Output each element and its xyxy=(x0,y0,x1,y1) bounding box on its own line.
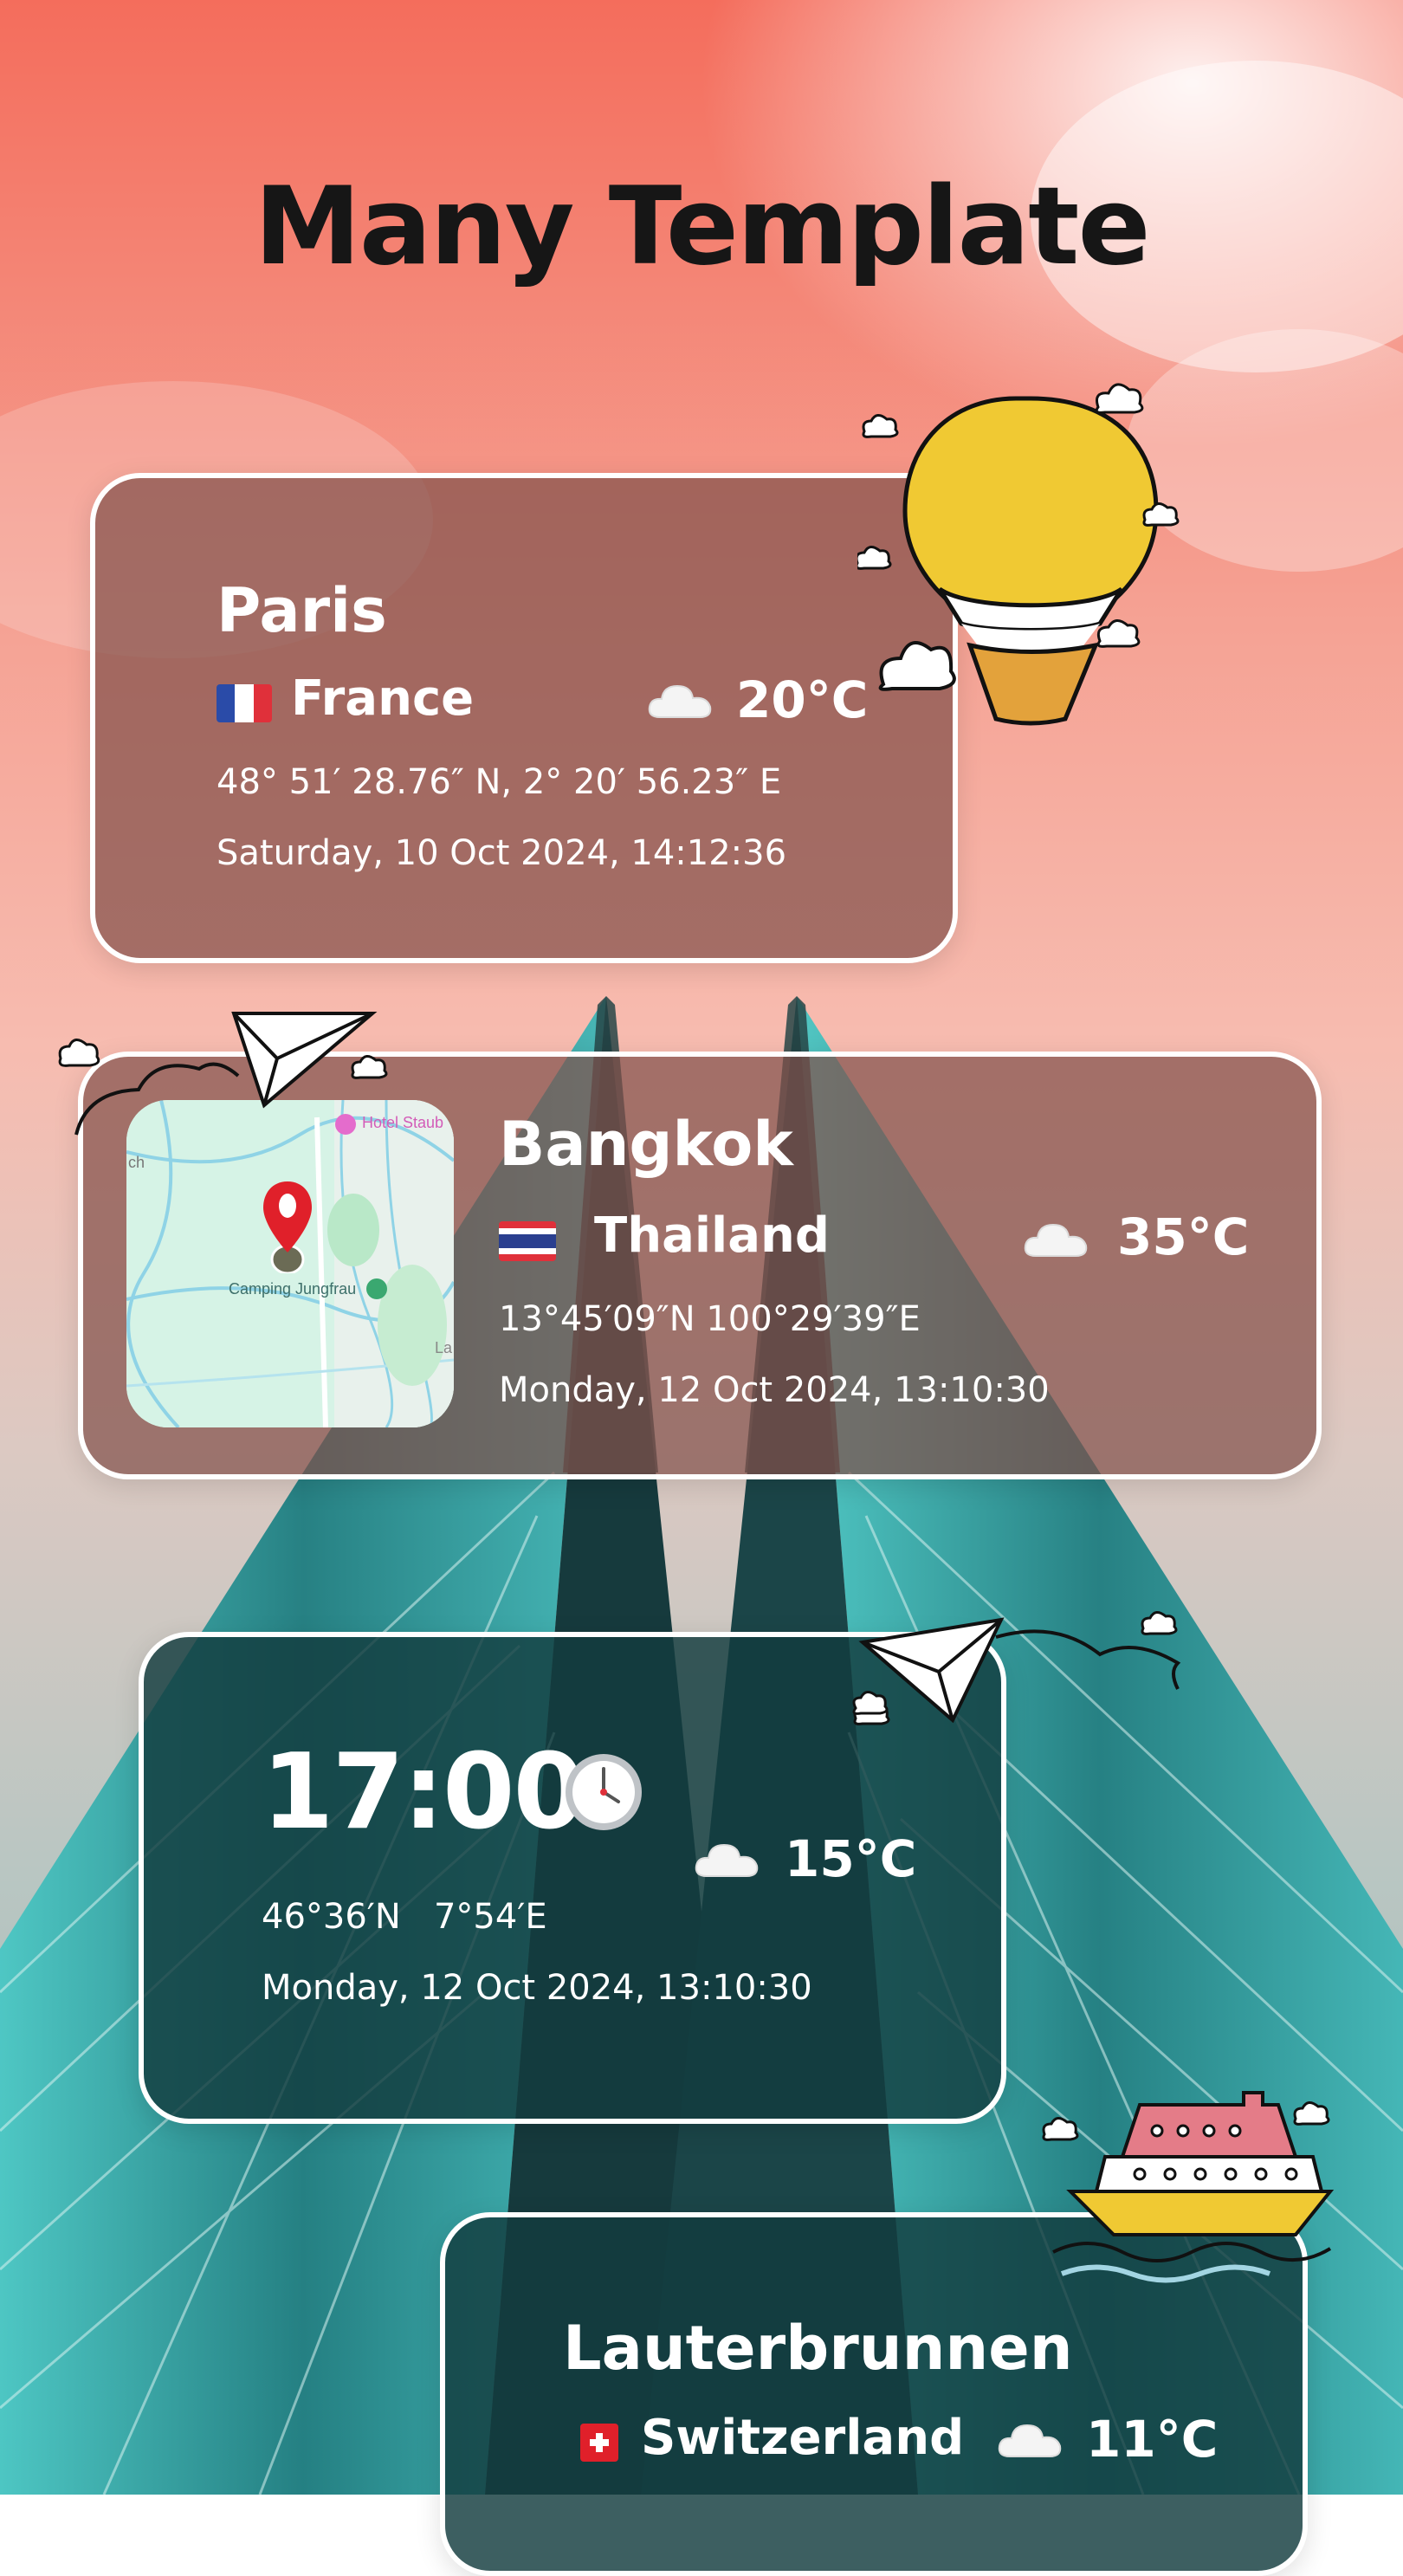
temperature-value: 11°C xyxy=(1086,2410,1219,2469)
map-label-edge-left: ch xyxy=(128,1154,145,1171)
country-name: Switzerland xyxy=(641,2410,965,2466)
hot-air-balloon-icon xyxy=(857,383,1180,726)
datetime-text: Monday, 12 Oct 2024, 13:10:30 xyxy=(262,1968,812,2008)
map-label-camping: Camping Jungfrau xyxy=(229,1280,357,1298)
clock-time: 17:00 xyxy=(262,1732,585,1853)
temperature-value: 20°C xyxy=(736,670,869,729)
coordinates-text: 13°45′09″N 100°29′39″E xyxy=(499,1299,921,1339)
datetime-text: Saturday, 10 Oct 2024, 14:12:36 xyxy=(217,833,787,873)
clock-icon xyxy=(566,1754,642,1830)
cloud-icon xyxy=(1024,1223,1088,1257)
city-name: Bangkok xyxy=(499,1109,793,1180)
cloud-icon xyxy=(695,1843,759,1877)
map-label-edge-right: La xyxy=(435,1339,453,1356)
paper-plane-icon xyxy=(58,1012,388,1136)
cruise-ship-icon xyxy=(1042,2091,1335,2283)
page-title: Many Template xyxy=(254,165,1150,289)
cloud-icon xyxy=(648,684,712,718)
switzerland-flag-icon xyxy=(580,2424,618,2462)
country-name: Thailand xyxy=(594,1207,830,1264)
coordinates-text: 48° 51′ 28.76″ N, 2° 20′ 56.23″ E xyxy=(217,762,782,802)
paper-plane-icon xyxy=(853,1611,1181,1725)
country-name: France xyxy=(291,670,475,727)
france-flag-icon xyxy=(217,684,272,722)
coordinates-text: 46°36′N 7°54′E xyxy=(262,1897,547,1937)
city-name: Lauterbrunnen xyxy=(563,2313,1073,2384)
temperature-value: 35°C xyxy=(1117,1207,1250,1266)
city-name: Paris xyxy=(217,575,387,646)
datetime-text: Monday, 12 Oct 2024, 13:10:30 xyxy=(499,1370,1050,1410)
thailand-flag-icon xyxy=(499,1221,556,1261)
small-cloud-icon xyxy=(852,1691,889,1715)
temperature-value: 15°C xyxy=(785,1829,917,1888)
cloud-icon xyxy=(998,2424,1062,2457)
map-pin-icon xyxy=(263,1181,312,1273)
template-card-paris[interactable]: Paris France 20°C 48° 51′ 28.76″ N, 2° 2… xyxy=(90,473,958,963)
